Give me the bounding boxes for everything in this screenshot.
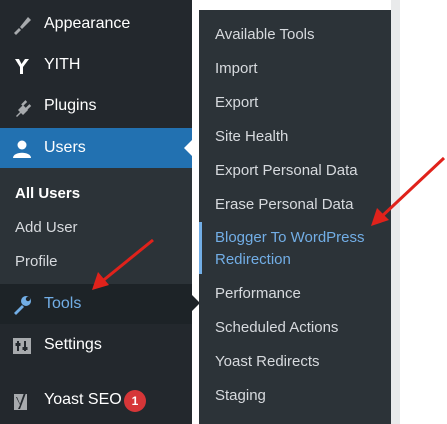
- sidebar-item-label: Users: [44, 139, 86, 156]
- paintbrush-icon: [11, 14, 33, 36]
- sidebar-item-settings[interactable]: Settings: [0, 325, 192, 365]
- sidebar-item-yoast-seo[interactable]: Yoast SEO 1: [0, 380, 192, 420]
- sidebar-item-appearance[interactable]: Appearance: [0, 4, 192, 44]
- wrench-icon: [11, 294, 33, 316]
- page-edge-strip: [391, 0, 400, 424]
- yoast-logo-icon: [11, 390, 33, 412]
- tools-flyout-menu: Available Tools Import Export Site Healt…: [199, 10, 391, 424]
- flyout-item-scheduled-actions[interactable]: Scheduled Actions: [215, 317, 338, 339]
- flyout-item-redirection[interactable]: Redirection: [215, 249, 291, 271]
- sidebar-item-label: Settings: [44, 336, 102, 353]
- flyout-item-site-health[interactable]: Site Health: [215, 126, 288, 148]
- hover-indicator: [199, 222, 202, 274]
- flyout-item-performance[interactable]: Performance: [215, 283, 301, 305]
- sidebar-item-plugins[interactable]: Plugins: [0, 86, 192, 126]
- users-submenu: All Users Add User Profile: [0, 168, 192, 284]
- flyout-item-staging[interactable]: Staging: [215, 385, 266, 407]
- flyout-item-yoast-redirects[interactable]: Yoast Redirects: [215, 351, 320, 373]
- sliders-icon: [11, 335, 33, 357]
- notification-badge: 1: [124, 390, 146, 412]
- yith-logo-icon: [11, 55, 33, 77]
- sidebar-item-label: Plugins: [44, 97, 97, 114]
- submenu-item-profile[interactable]: Profile: [15, 253, 58, 270]
- sidebar-item-label: YITH: [44, 56, 81, 73]
- flyout-item-export[interactable]: Export: [215, 92, 258, 114]
- sidebar-item-label: Yoast SEO: [44, 391, 122, 408]
- sidebar-item-label: Tools: [44, 295, 82, 312]
- flyout-item-export-personal-data[interactable]: Export Personal Data: [215, 160, 358, 182]
- flyout-item-available-tools[interactable]: Available Tools: [215, 24, 315, 46]
- submenu-item-all-users[interactable]: All Users: [15, 185, 80, 202]
- sidebar-item-label: Appearance: [44, 15, 131, 32]
- flyout-item-blogger-to-wordpress[interactable]: Blogger To WordPress: [215, 227, 365, 249]
- flyout-item-erase-personal-data[interactable]: Erase Personal Data: [215, 194, 353, 216]
- sidebar-item-tools[interactable]: Tools: [0, 284, 200, 324]
- sidebar-item-yith[interactable]: YITH: [0, 45, 192, 85]
- flyout-item-import[interactable]: Import: [215, 58, 258, 80]
- submenu-item-add-user[interactable]: Add User: [15, 219, 78, 236]
- user-icon: [11, 138, 33, 160]
- sidebar-item-users[interactable]: Users: [0, 128, 192, 168]
- admin-sidebar: Appearance YITH Plugins Users All Users …: [0, 0, 200, 424]
- plug-icon: [11, 96, 33, 118]
